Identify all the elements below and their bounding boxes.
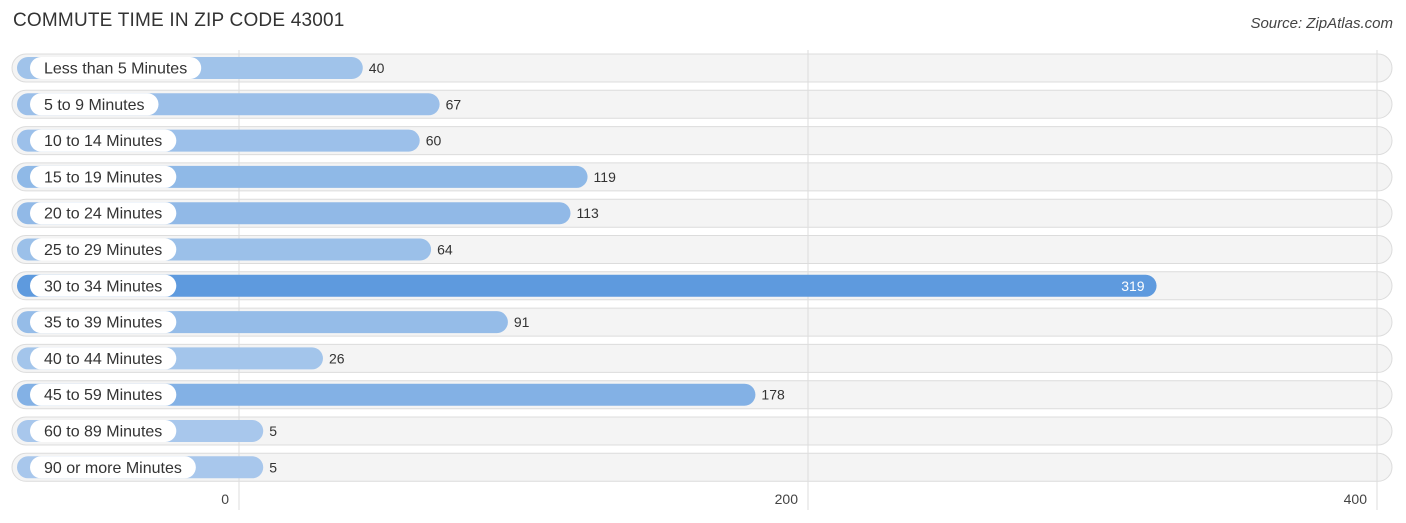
bar-group: 35 to 39 Minutes 91	[17, 311, 530, 334]
bar	[17, 274, 1157, 297]
x-tick-label: 200	[775, 491, 799, 507]
value-label: 319	[1121, 278, 1145, 294]
value-label: 5	[269, 423, 277, 439]
bar-group: 60 to 89 Minutes 5	[17, 420, 277, 442]
category-label: 15 to 19 Minutes	[44, 169, 162, 186]
bar-group: 30 to 34 Minutes 319	[17, 274, 1157, 297]
bar-group: 40 to 44 Minutes 26	[17, 347, 345, 370]
bar-chart: Less than 5 Minutes 40 5 to 9 Minutes 67 10 …	[11, 50, 1393, 510]
category-label: Less than 5 Minutes	[44, 61, 187, 78]
bar-group: 15 to 19 Minutes 119	[17, 165, 617, 188]
value-label: 60	[426, 133, 442, 149]
value-label: 5	[269, 459, 277, 475]
x-tick-label: 400	[1344, 491, 1368, 507]
value-label: 113	[576, 205, 599, 221]
bar-group: Less than 5 Minutes 40	[17, 57, 385, 79]
value-label: 40	[369, 60, 385, 76]
category-label: 5 to 9 Minutes	[44, 97, 145, 114]
category-label: 25 to 29 Minutes	[44, 242, 162, 259]
bar-group: 5 to 9 Minutes 67	[17, 93, 462, 116]
value-label: 26	[329, 350, 345, 366]
category-label: 30 to 34 Minutes	[44, 278, 162, 295]
value-label: 178	[761, 387, 785, 403]
x-tick-label: 0	[221, 491, 229, 507]
bar-group: 20 to 24 Minutes 113	[17, 202, 599, 225]
value-label: 64	[437, 242, 453, 258]
value-label: 119	[594, 169, 617, 185]
category-label: 45 to 59 Minutes	[44, 387, 162, 404]
category-label: 40 to 44 Minutes	[44, 351, 162, 368]
value-label: 91	[514, 314, 530, 330]
category-label: 35 to 39 Minutes	[44, 315, 162, 332]
category-label: 20 to 24 Minutes	[44, 206, 162, 223]
value-label: 67	[446, 96, 462, 112]
category-label: 90 or more Minutes	[44, 460, 182, 477]
bar-group: 10 to 14 Minutes 60	[17, 129, 442, 152]
bar-group: 45 to 59 Minutes 178	[17, 383, 785, 406]
category-label: 10 to 14 Minutes	[44, 133, 162, 150]
bar-group: 25 to 29 Minutes 64	[17, 238, 453, 261]
category-label: 60 to 89 Minutes	[44, 424, 162, 441]
bar-group: 90 or more Minutes 5	[17, 456, 277, 479]
